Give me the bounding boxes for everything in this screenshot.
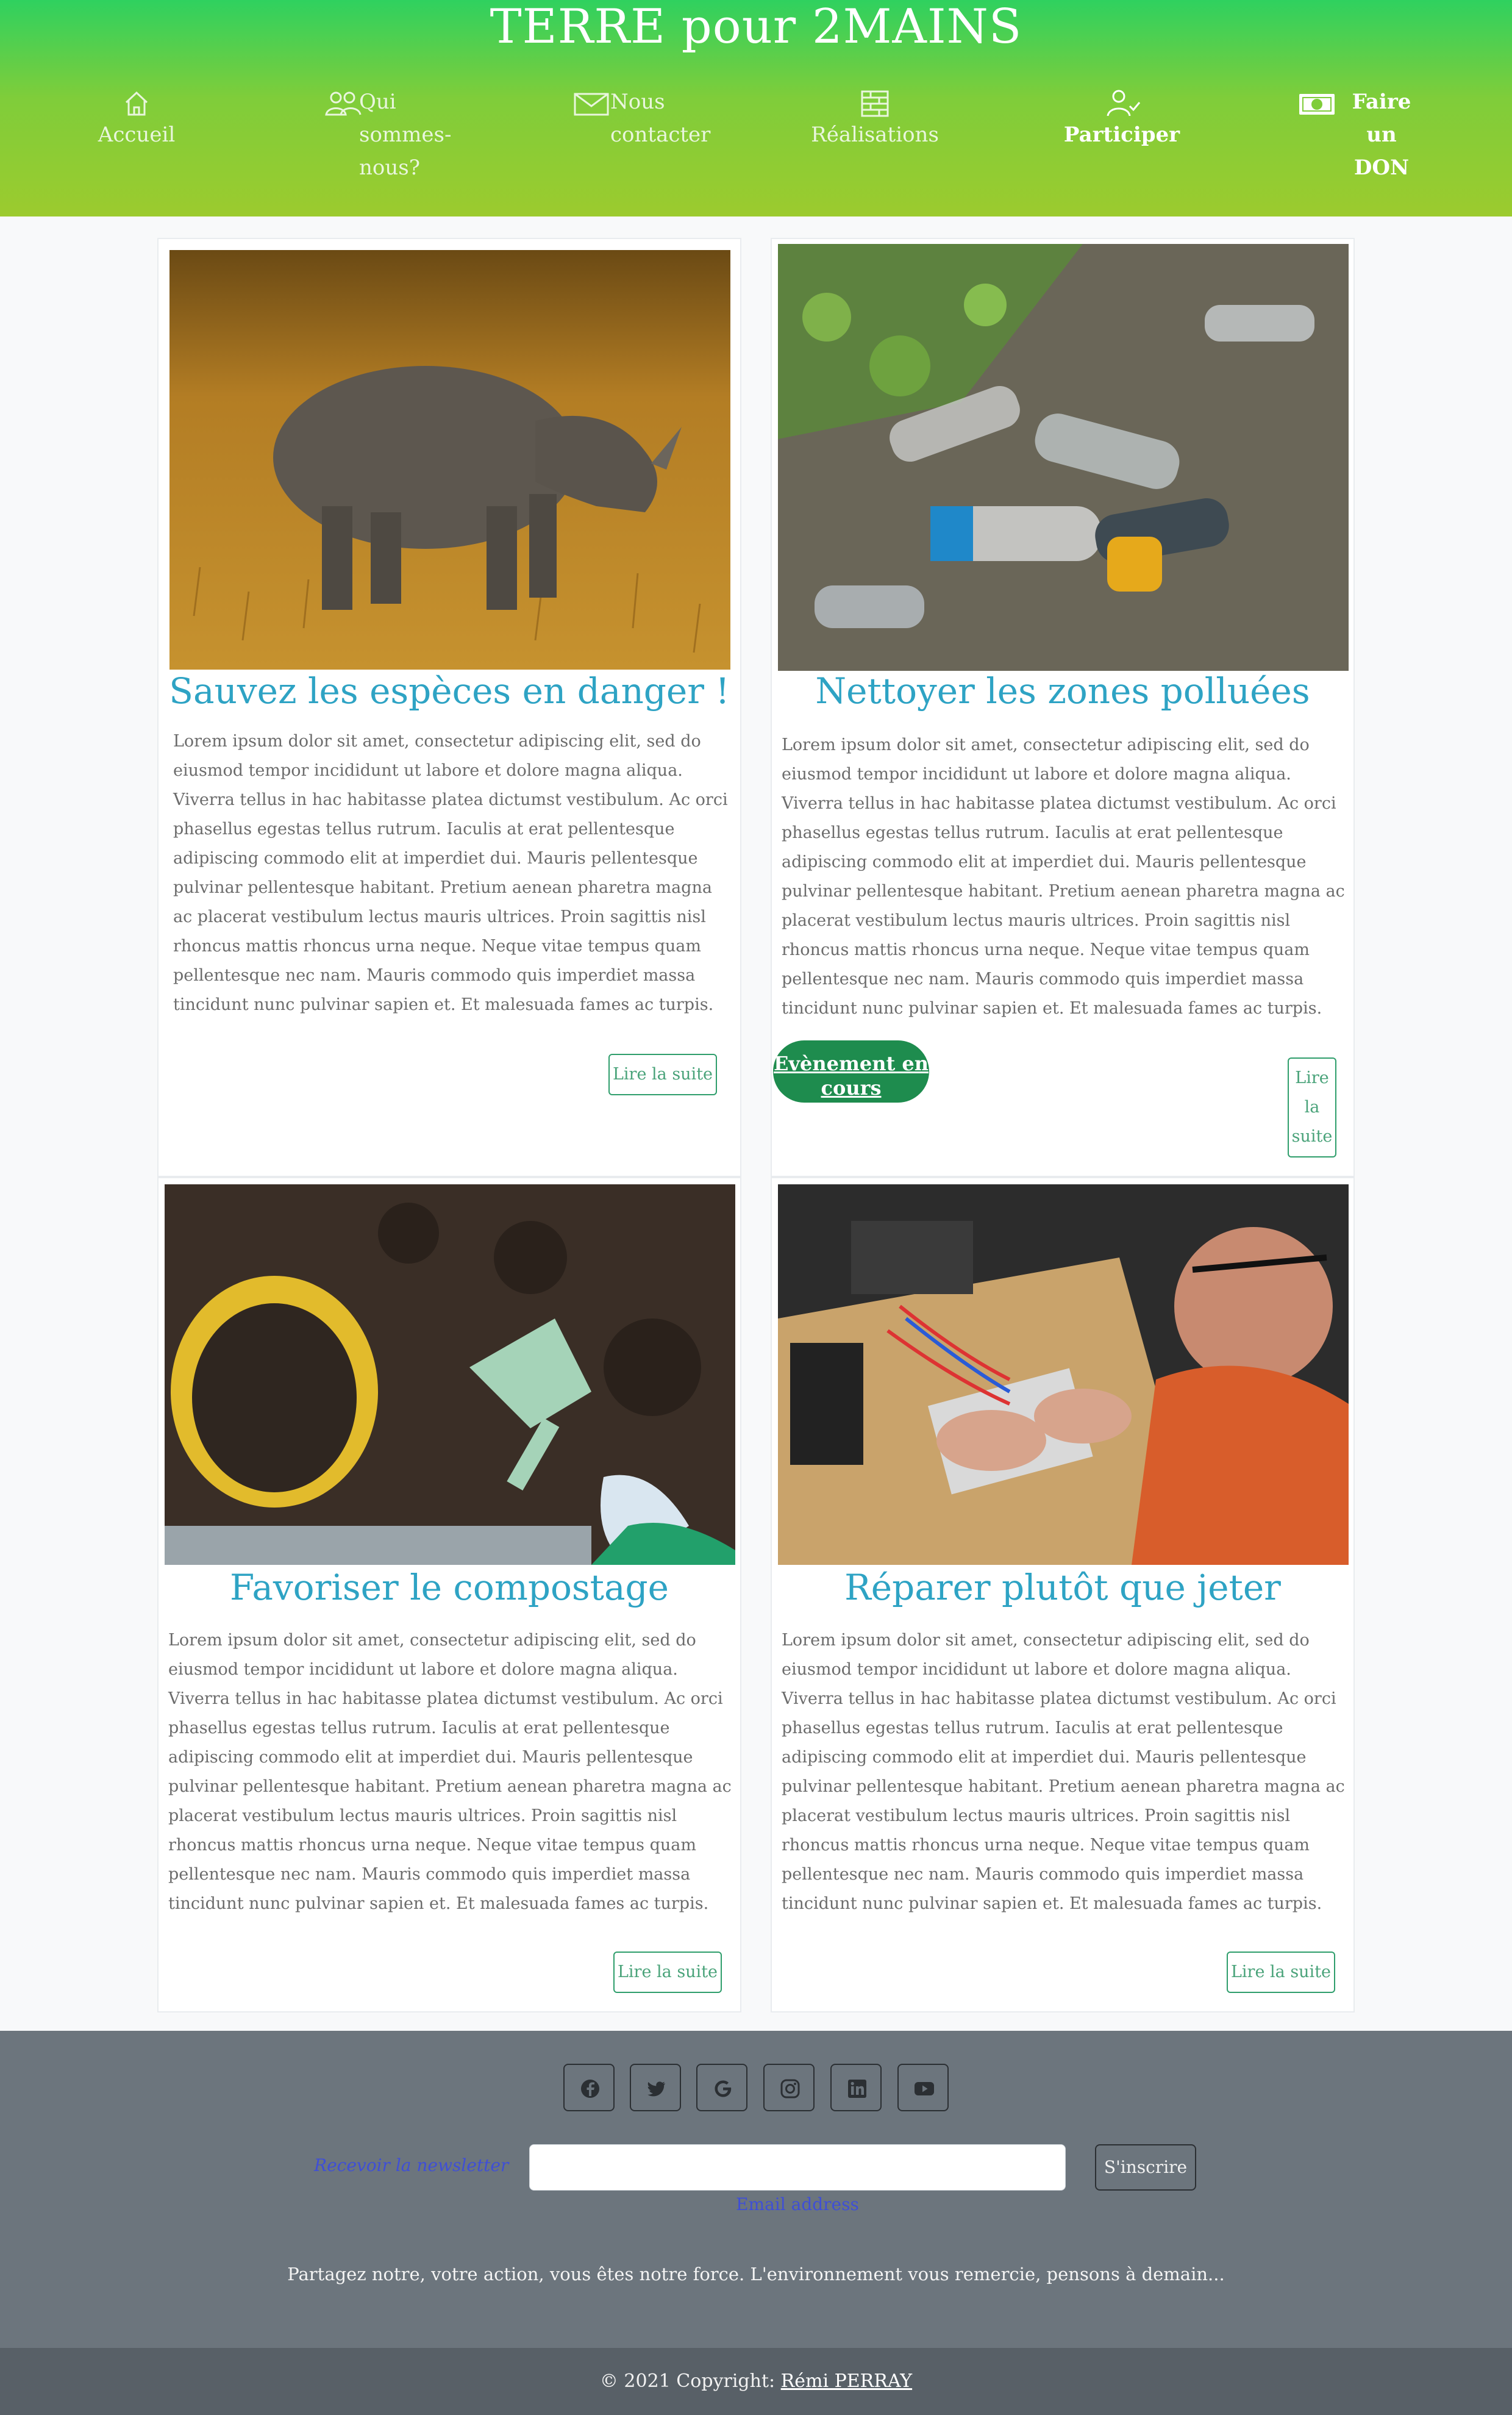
card-reparer: Réparer plutôt que jeter Lorem ipsum dol… — [771, 1177, 1355, 2012]
twitter-icon — [647, 2081, 665, 2097]
card-image-repair — [778, 1184, 1349, 1565]
nav-item-participer[interactable]: Participer — [1049, 85, 1195, 151]
card-text: Lorem ipsum dolor sit amet, consectetur … — [782, 735, 1345, 1018]
card-image-rhinoceros — [169, 250, 730, 670]
bricks-icon — [856, 88, 894, 118]
nav-item-label: Réalisations — [811, 123, 939, 147]
nav-item-don[interactable]: Faire un DON — [1286, 85, 1439, 184]
card-title: Favoriser le compostage — [230, 1567, 669, 1608]
site-title: TERRE pour 2MAINS — [490, 0, 1022, 54]
nav-item-about[interactable]: Qui sommes-nous? — [305, 85, 451, 184]
author-link[interactable]: Rémi PERRAY — [781, 2370, 912, 2392]
cash-icon — [1298, 88, 1336, 118]
copyright-bar: © 2021 Copyright: Rémi PERRAY — [0, 2348, 1512, 2415]
google-button[interactable] — [696, 2064, 747, 2111]
card-title: Nettoyer les zones polluées — [815, 670, 1310, 712]
facebook-button[interactable] — [563, 2064, 615, 2111]
envelope-icon — [572, 88, 610, 118]
linkedin-icon — [848, 2080, 866, 2098]
users-icon — [324, 88, 362, 118]
nav-item-label: Faire un DON — [1352, 90, 1411, 180]
card-text: Lorem ipsum dolor sit amet, consectetur … — [782, 1631, 1345, 1913]
instagram-button[interactable] — [763, 2064, 815, 2111]
card-text: Lorem ipsum dolor sit amet, consectetur … — [168, 1631, 732, 1913]
nav-item-realisations[interactable]: Réalisations — [802, 85, 948, 151]
nav-item-label: Qui sommes-nous? — [359, 90, 452, 180]
twitter-button[interactable] — [630, 2064, 681, 2111]
email-help-text: Email address — [736, 2194, 859, 2214]
newsletter-label: Recevoir la newsletter — [314, 2155, 509, 2175]
nav-item-accueil[interactable]: Accueil — [63, 85, 210, 151]
subscribe-button[interactable]: S'inscrire — [1095, 2144, 1196, 2191]
footer-tagline: Partagez notre, votre action, vous êtes … — [287, 2264, 1225, 2284]
facebook-icon — [581, 2080, 599, 2098]
site-header: TERRE pour 2MAINS Accueil Qui sommes-nou… — [0, 0, 1512, 216]
read-more-button[interactable]: Lire la suite — [1227, 1952, 1335, 1993]
nav-item-label: Participer — [1063, 123, 1180, 147]
nav-item-label: Nous contacter — [610, 90, 711, 147]
nav-item-label: Accueil — [98, 123, 176, 147]
youtube-icon — [915, 2082, 934, 2095]
site-footer: Recevoir la newsletter Email address S'i… — [0, 2031, 1512, 2348]
email-field[interactable] — [529, 2144, 1066, 2191]
youtube-button[interactable] — [897, 2064, 949, 2111]
instagram-icon — [780, 2079, 800, 2098]
read-more-button[interactable]: Lire la suite — [1288, 1057, 1336, 1157]
event-badge[interactable]: Evènement en cours — [773, 1040, 929, 1103]
home-icon — [118, 88, 155, 118]
linkedin-button[interactable] — [830, 2064, 882, 2111]
card-title: Sauvez les espèces en danger ! — [169, 670, 730, 712]
google-icon — [715, 2080, 732, 2097]
copyright-text: © 2021 Copyright: — [599, 2370, 776, 2392]
card-image-plastic-bottles — [778, 244, 1349, 671]
card-image-compost — [165, 1184, 735, 1565]
person-check-icon — [1103, 88, 1141, 118]
card-especes: Sauvez les espèces en danger ! Lorem ips… — [157, 238, 741, 1177]
read-more-button[interactable]: Lire la suite — [608, 1054, 717, 1095]
read-more-button[interactable]: Lire la suite — [613, 1952, 722, 1993]
nav-item-contact[interactable]: Nous contacter — [552, 85, 711, 151]
card-pollution: Nettoyer les zones polluées Lorem ipsum … — [771, 238, 1355, 1177]
card-compostage: Favoriser le compostage Lorem ipsum dolo… — [157, 1177, 741, 2012]
card-text: Lorem ipsum dolor sit amet, consectetur … — [173, 732, 728, 1014]
card-title: Réparer plutôt que jeter — [844, 1567, 1281, 1608]
